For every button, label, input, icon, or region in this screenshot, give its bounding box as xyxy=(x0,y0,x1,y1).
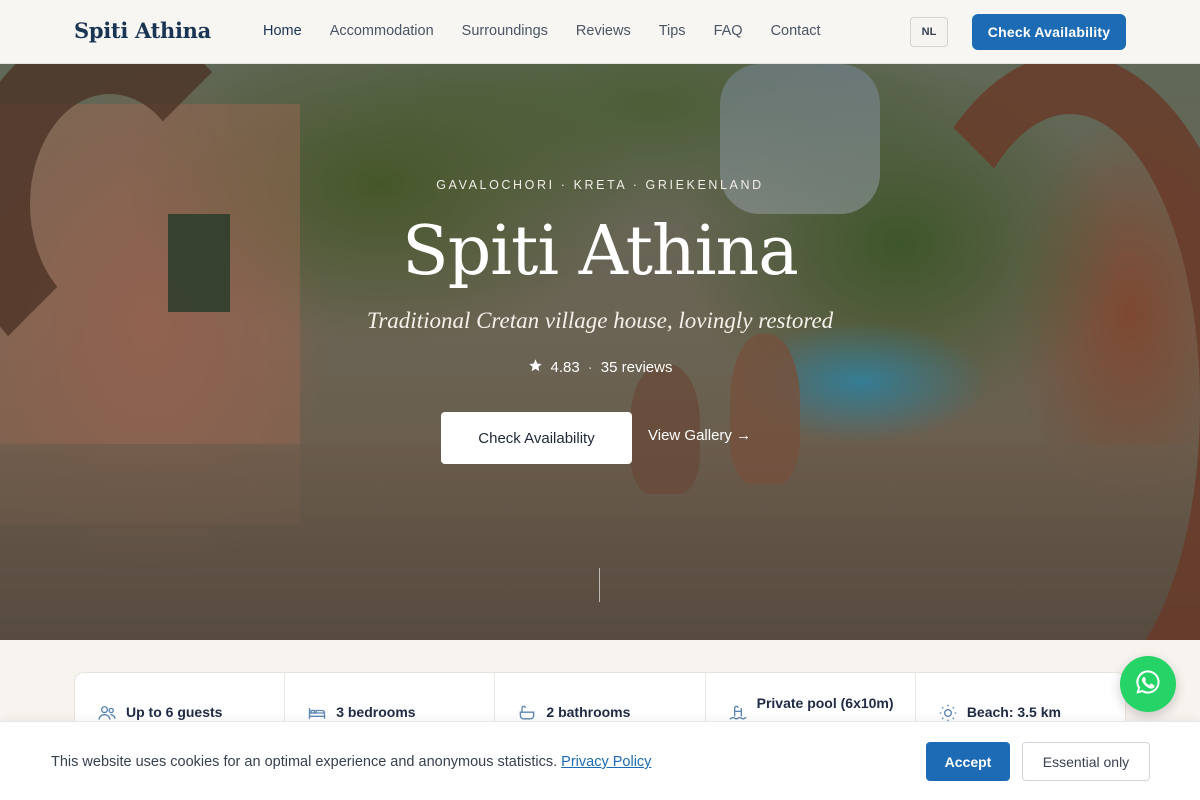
review-count[interactable]: 35 reviews xyxy=(601,359,673,376)
rating-value: 4.83 xyxy=(550,359,580,376)
nav-faq[interactable]: FAQ xyxy=(714,23,743,39)
hero-content: GAVALOCHORI · KRETA · GRIEKENLAND Spiti … xyxy=(0,64,1200,640)
whatsapp-button[interactable] xyxy=(1120,656,1176,712)
guests-icon xyxy=(97,703,117,723)
main-nav: Home Accommodation Surroundings Reviews … xyxy=(263,23,821,39)
cookie-message: This website uses cookies for an optimal… xyxy=(51,754,651,770)
pool-icon xyxy=(728,703,748,723)
bed-icon xyxy=(307,703,327,723)
separator-dot: · xyxy=(587,359,593,376)
whatsapp-icon xyxy=(1134,668,1162,701)
hero-subtitle: Traditional Cretan village house, loving… xyxy=(366,308,834,333)
cookie-banner: This website uses cookies for an optimal… xyxy=(0,721,1200,800)
feature-label: Beach: 3.5 km xyxy=(966,704,1061,720)
hero-check-availability-button[interactable]: Check Availability xyxy=(441,412,632,464)
nav-accommodation[interactable]: Accommodation xyxy=(330,23,434,39)
hero-title: Spiti Athina xyxy=(402,212,799,291)
privacy-policy-link[interactable]: Privacy Policy xyxy=(561,754,651,770)
language-switch-button[interactable]: NL xyxy=(910,17,948,47)
feature-label: 2 bathrooms xyxy=(546,704,631,720)
nav-surroundings[interactable]: Surroundings xyxy=(462,23,548,39)
star-icon xyxy=(528,358,543,377)
view-gallery-link[interactable]: View Gallery → xyxy=(648,427,751,444)
site-logo[interactable]: Spiti Athina xyxy=(74,18,211,43)
header-check-availability-button[interactable]: Check Availability xyxy=(972,14,1126,50)
nav-contact[interactable]: Contact xyxy=(771,23,821,39)
nav-home[interactable]: Home xyxy=(263,23,302,39)
nav-reviews[interactable]: Reviews xyxy=(576,23,631,39)
sun-icon xyxy=(938,703,958,723)
feature-label: Up to 6 guests xyxy=(126,704,223,720)
scroll-indicator xyxy=(599,568,600,602)
essential-only-button[interactable]: Essential only xyxy=(1022,742,1150,781)
nav-tips[interactable]: Tips xyxy=(659,23,686,39)
hero-rating: 4.83 · 35 reviews xyxy=(0,358,1200,377)
hero-location: GAVALOCHORI · KRETA · GRIEKENLAND xyxy=(436,178,764,192)
feature-label: Private pool (6x10m) xyxy=(756,695,894,711)
bath-icon xyxy=(517,703,537,723)
cookie-text: This website uses cookies for an optimal… xyxy=(51,754,558,770)
accept-cookies-button[interactable]: Accept xyxy=(926,742,1010,781)
site-header: Spiti Athina Home Accommodation Surround… xyxy=(0,0,1200,64)
feature-label: 3 bedrooms xyxy=(336,704,416,720)
